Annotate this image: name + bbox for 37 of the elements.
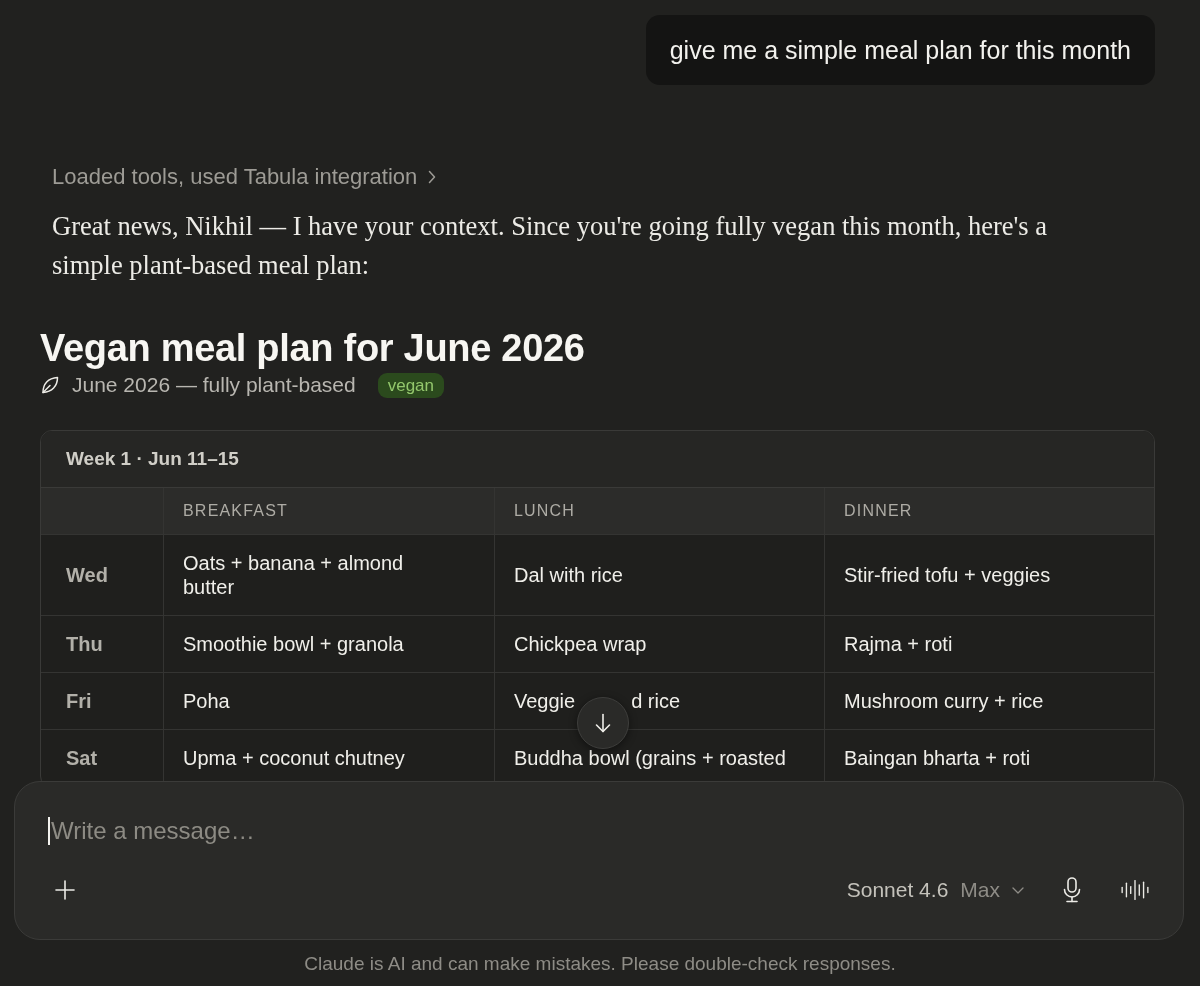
week-header: Week 1 · Jun 11–15 [41,431,1154,488]
leaf-icon [40,375,60,395]
tool-usage-toggle[interactable]: Loaded tools, used Tabula integration [52,165,437,189]
column-header: BREAKFAST [183,501,289,521]
arrow-down-icon [594,713,612,733]
chevron-down-icon [1012,886,1024,894]
plan-title: Vegan meal plan for June 2026 [40,327,585,369]
column-header: LUNCH [514,501,576,521]
plan-subtitle: June 2026 — fully plant-based [72,373,356,397]
message-input[interactable]: Write a message… [48,815,1155,847]
waveform-icon [1119,878,1151,902]
column-header: DINNER [844,501,913,521]
day-label: Thu [66,632,103,656]
meal-text: Poha [183,689,230,713]
meal-text: Chickpea wrap [514,632,647,656]
meal-text: Mushroom curry + rice [844,689,1044,713]
assistant-message: Great news, Nikhil — I have your context. Since you're going fully vegan this month, here's a simple plant-based meal plan: [52,210,1048,282]
meal-text: Rajma + roti [844,632,953,656]
meal-text: Baingan bharta + roti [844,746,1031,770]
meal-text: Upma + coconut chutney [183,746,405,770]
meal-text: Veggie [514,689,576,713]
day-label: Sat [66,746,98,770]
meal-text: Dal with rice [514,563,623,587]
meal-text: d rice [631,689,681,713]
diet-tag: vegan [377,372,444,398]
model-selector[interactable]: Sonnet 4.6 Max [842,872,1028,908]
day-label: Wed [66,563,108,587]
microphone-icon [1063,877,1081,903]
chevron-right-icon [428,170,437,184]
day-label: Fri [66,689,92,713]
plus-icon [55,880,75,900]
meal-text: Buddha bowl (grains + roasted [514,746,786,770]
meal-text: Smoothie bowl + granola [183,632,404,656]
user-message: give me a simple meal plan for this month [645,15,1155,85]
meal-text: Stir-fried tofu + veggies [844,563,1051,587]
meal-text: Oats + banana + almond butter [183,551,405,599]
disclaimer-text: Claude is AI and can make mistakes. Please double-check responses. [304,953,896,974]
